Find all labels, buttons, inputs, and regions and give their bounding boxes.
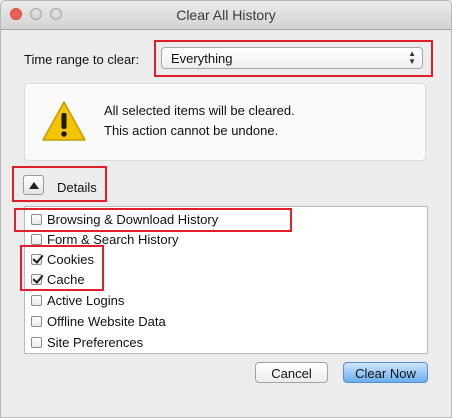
list-item-label: Active Logins: [47, 293, 125, 308]
list-item-cookies[interactable]: Cookies: [29, 250, 419, 270]
window-title: Clear All History: [176, 7, 276, 23]
triangle-up-icon: [29, 182, 39, 189]
clear-now-button[interactable]: Clear Now: [343, 362, 428, 383]
history-items-list: Browsing & Download History Form & Searc…: [24, 206, 428, 354]
form-search-history-checkbox[interactable]: [31, 234, 42, 245]
list-item-label: Offline Website Data: [47, 314, 166, 329]
cookies-checkbox[interactable]: [31, 254, 42, 265]
time-range-label: Time range to clear:: [24, 52, 140, 67]
list-item-cache[interactable]: Cache: [29, 270, 419, 290]
warning-panel: All selected items will be cleared. This…: [24, 83, 426, 161]
list-item-label: Site Preferences: [47, 335, 144, 350]
time-range-select[interactable]: Everything ▲ ▼: [161, 47, 423, 69]
list-item-label: Cookies: [47, 252, 94, 267]
active-logins-checkbox[interactable]: [31, 295, 42, 306]
cache-checkbox[interactable]: [31, 274, 42, 285]
warning-message-line-2: This action cannot be undone.: [104, 123, 279, 138]
details-toggle-button[interactable]: [23, 175, 44, 195]
time-range-value: Everything: [171, 51, 233, 66]
select-arrows-icon: ▲ ▼: [408, 49, 416, 66]
title-bar: Clear All History: [1, 1, 451, 30]
list-item-label: Cache: [47, 272, 85, 287]
warning-icon: [42, 101, 86, 141]
browsing-history-checkbox[interactable]: [31, 214, 42, 225]
list-item-browsing-download-history[interactable]: Browsing & Download History: [29, 210, 419, 230]
clear-history-dialog: Clear All History Time range to clear: E…: [0, 0, 452, 418]
list-item-offline-website-data[interactable]: Offline Website Data: [29, 312, 419, 332]
offline-website-data-checkbox[interactable]: [31, 316, 42, 327]
warning-message-line-1: All selected items will be cleared.: [104, 103, 295, 118]
cancel-button[interactable]: Cancel: [255, 362, 328, 383]
list-item-site-preferences[interactable]: Site Preferences: [29, 333, 419, 353]
list-item-label: Browsing & Download History: [47, 212, 219, 227]
list-item-active-logins[interactable]: Active Logins: [29, 291, 419, 311]
site-preferences-checkbox[interactable]: [31, 337, 42, 348]
list-item-form-search-history[interactable]: Form & Search History: [29, 230, 419, 250]
details-label: Details: [57, 180, 97, 195]
list-item-label: Form & Search History: [47, 232, 179, 247]
